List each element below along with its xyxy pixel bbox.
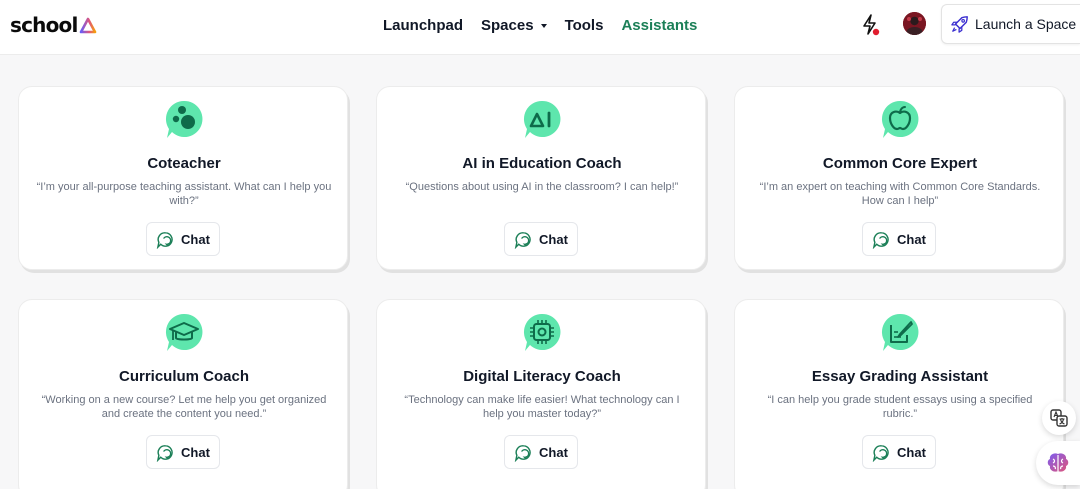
user-avatar[interactable] [903,12,926,35]
main-nav: Launchpad Spaces Tools Assistants [383,14,715,36]
ai-assistant-launcher[interactable] [1036,441,1080,485]
card-title: Digital Literacy Coach [463,368,621,385]
bolt-icon[interactable] [860,13,882,37]
chat-icon [156,444,173,462]
chat-label: Chat [539,231,568,247]
card-description: “I’m an expert on teaching with Common C… [759,181,1041,207]
card-title: Essay Grading Assistant [811,368,989,385]
translate-button[interactable] [1042,401,1076,435]
translate-icon [1050,409,1068,427]
nav-launchpad[interactable]: Launchpad [383,14,463,36]
assistant-card-digital-literacy[interactable]: Digital Literacy Coach “Technology can m… [376,299,706,489]
card-description: “Technology can make life easier! What t… [404,394,680,420]
nav-assistants[interactable]: Assistants [621,14,697,36]
chat-icon [514,444,531,462]
chip-icon [523,313,561,351]
chat-label: Chat [181,231,210,247]
chat-label: Chat [181,444,210,460]
ai-logo-icon [523,100,561,138]
card-description: “Working on a new course? Let me help yo… [41,394,327,420]
chat-button[interactable]: Chat [862,222,936,256]
chat-button[interactable]: Chat [862,435,936,469]
chat-icon [156,231,173,249]
chat-label: Chat [897,231,926,247]
rocket-icon [951,16,968,33]
card-title: Common Core Expert [822,155,978,172]
card-title: AI in Education Coach [462,155,622,172]
brain-icon [1047,453,1069,472]
top-header: school Launchpad Spaces Tools Assistants [0,0,1080,55]
assistant-card-coteacher[interactable]: Coteacher “I’m your all-purpose teaching… [18,86,348,270]
logo-ai-icon [79,17,101,34]
assistant-card-curriculum[interactable]: Curriculum Coach “Working on a new cours… [18,299,348,489]
bubbles-icon [165,100,203,138]
graduation-cap-icon [165,313,203,351]
chat-label: Chat [539,444,568,460]
apple-icon [881,100,919,138]
chat-button[interactable]: Chat [146,222,220,256]
assistant-card-essay-grading[interactable]: Essay Grading Assistant “I can help you … [734,299,1064,489]
card-title: Curriculum Coach [118,368,250,385]
chat-button[interactable]: Chat [504,222,578,256]
chat-icon [872,444,889,462]
chat-icon [514,231,531,249]
chat-button[interactable]: Chat [504,435,578,469]
launch-space-label: Launch a Space [975,16,1077,32]
launch-space-button[interactable]: Launch a Space [941,4,1080,44]
card-description: “I’m your all-purpose teaching assistant… [36,181,332,207]
brand-logo[interactable]: school [10,13,105,37]
assistant-card-ai-education[interactable]: AI in Education Coach “Questions about u… [376,86,706,270]
card-title: Coteacher [147,155,221,172]
pen-paper-icon [881,313,919,351]
card-description: “Questions about using AI in the classro… [405,181,679,193]
chevron-down-icon [540,24,547,28]
chat-button[interactable]: Chat [146,435,220,469]
avatar-image [903,12,926,35]
nav-tools[interactable]: Tools [565,14,604,36]
chat-label: Chat [897,444,926,460]
assistant-card-common-core[interactable]: Common Core Expert “I’m an expert on tea… [734,86,1064,270]
logo-text: school [10,13,78,37]
chat-icon [872,231,889,249]
nav-spaces[interactable]: Spaces [481,14,547,36]
card-description: “I can help you grade student essays usi… [767,394,1033,420]
